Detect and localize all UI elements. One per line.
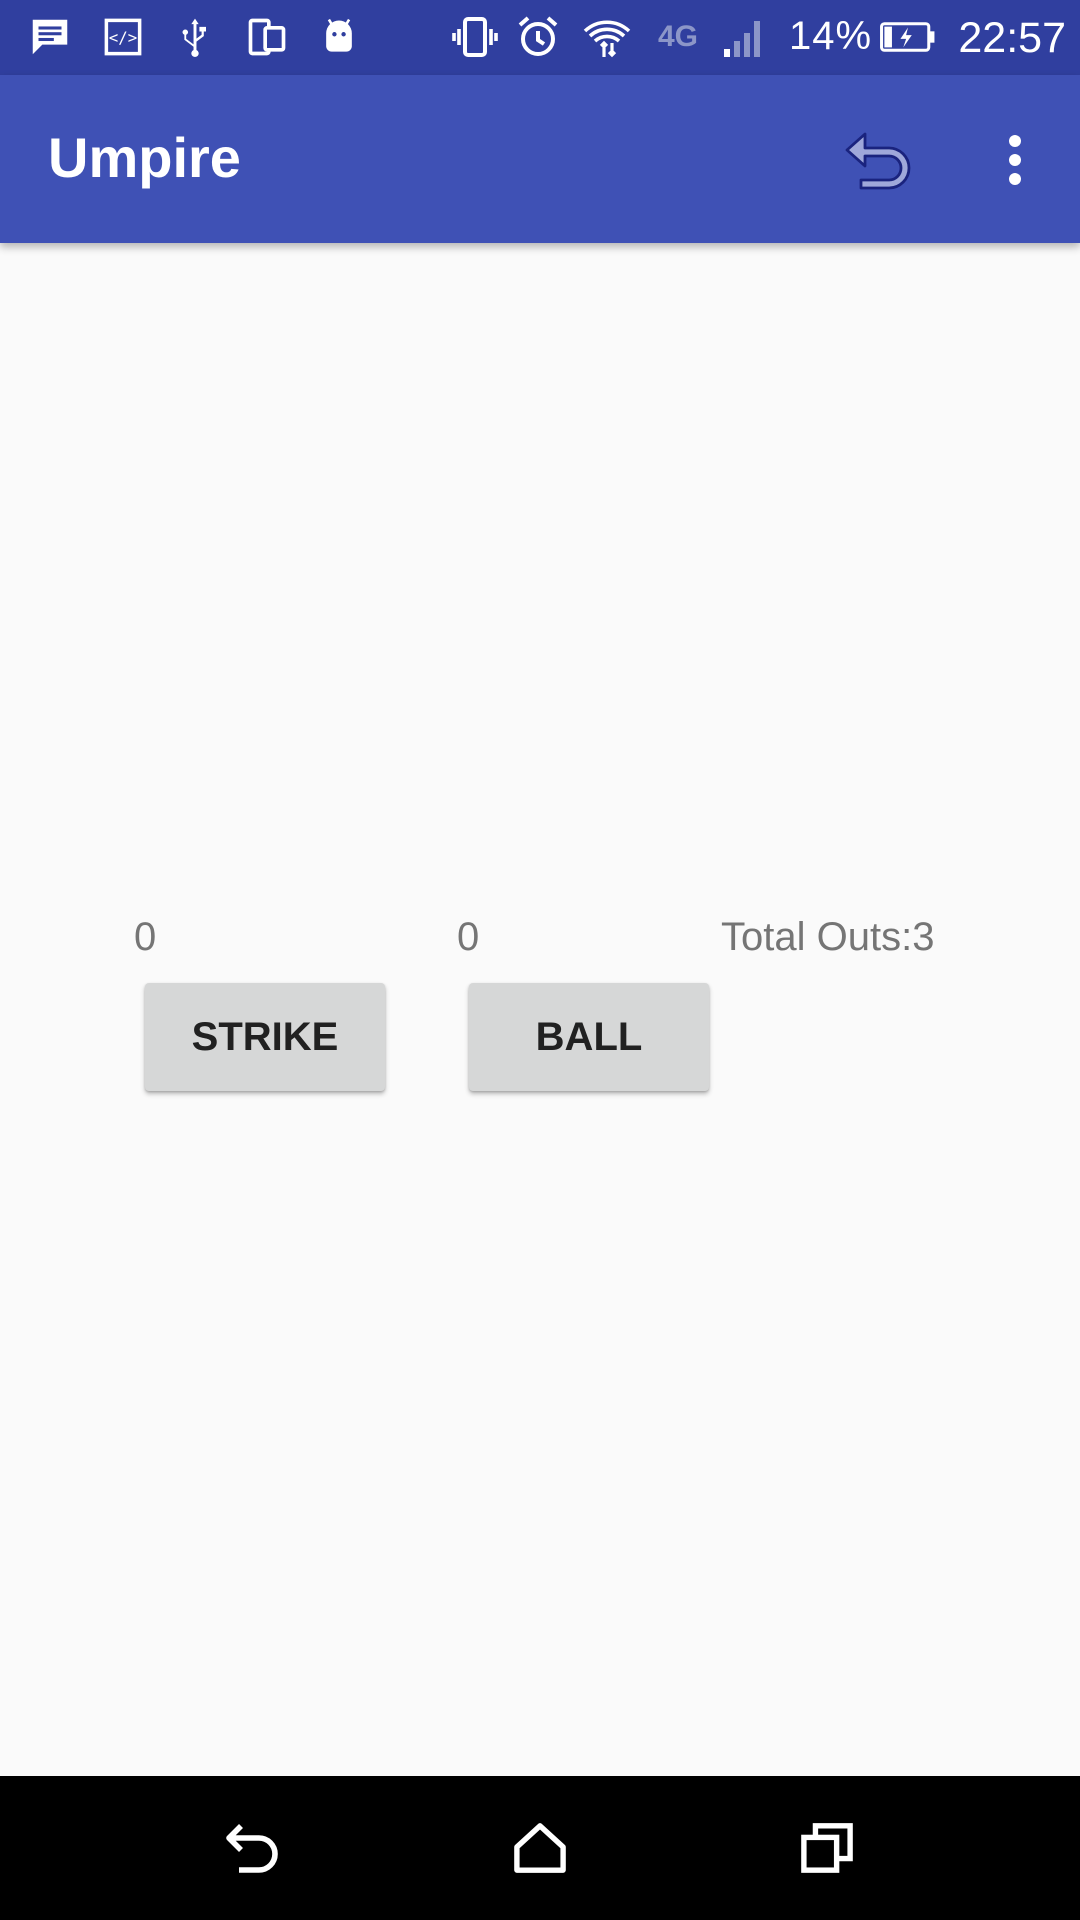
signal-icon (720, 13, 768, 61)
recents-button[interactable] (777, 1798, 877, 1898)
code-icon: </> (99, 13, 147, 61)
undo-icon (845, 132, 911, 190)
strike-button[interactable]: STRIKE (145, 983, 385, 1091)
devices-icon (243, 13, 291, 61)
android-icon (315, 13, 363, 61)
overflow-menu-icon (1009, 135, 1021, 185)
ball-button[interactable]: BALL (469, 983, 709, 1091)
overflow-menu-button[interactable] (985, 120, 1045, 200)
message-icon (26, 13, 74, 61)
alarm-icon (514, 13, 562, 61)
svg-text:</>: </> (109, 28, 137, 47)
back-icon (226, 1824, 278, 1873)
total-outs-label: Total Outs:3 (721, 915, 935, 959)
usb-icon (171, 13, 219, 61)
battery-charging-icon (878, 13, 938, 61)
recents-icon (801, 1823, 853, 1873)
network-type-label: 4G (657, 20, 699, 53)
home-button[interactable] (490, 1798, 590, 1898)
4g-lte-icon: 4G (642, 13, 714, 61)
home-icon (514, 1823, 566, 1873)
undo-button[interactable] (835, 120, 919, 200)
status-bar: </> 4G 14% 22:57 (0, 0, 1080, 75)
app-title: Umpire (48, 126, 241, 189)
strike-count: 0 (134, 915, 157, 959)
ball-count: 0 (457, 915, 480, 959)
vibrate-icon (451, 13, 499, 61)
clock-time: 22:57 (958, 14, 1066, 62)
app-bar: Umpire (0, 75, 1080, 243)
wifi-icon (583, 13, 631, 61)
back-button[interactable] (203, 1798, 303, 1898)
navigation-bar (0, 1776, 1080, 1920)
battery-percent: 14% (789, 14, 873, 58)
